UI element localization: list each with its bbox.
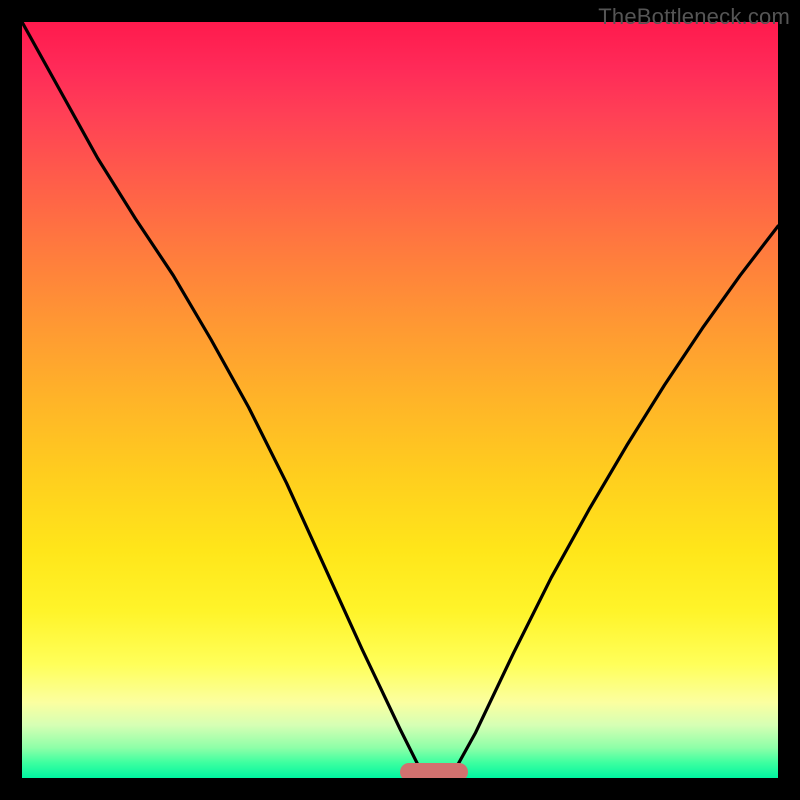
watermark-text: TheBottleneck.com [598, 4, 790, 30]
plot-area [22, 22, 778, 778]
bottleneck-curve [22, 22, 778, 778]
optimal-range-marker [400, 763, 468, 778]
chart-frame: TheBottleneck.com [0, 0, 800, 800]
